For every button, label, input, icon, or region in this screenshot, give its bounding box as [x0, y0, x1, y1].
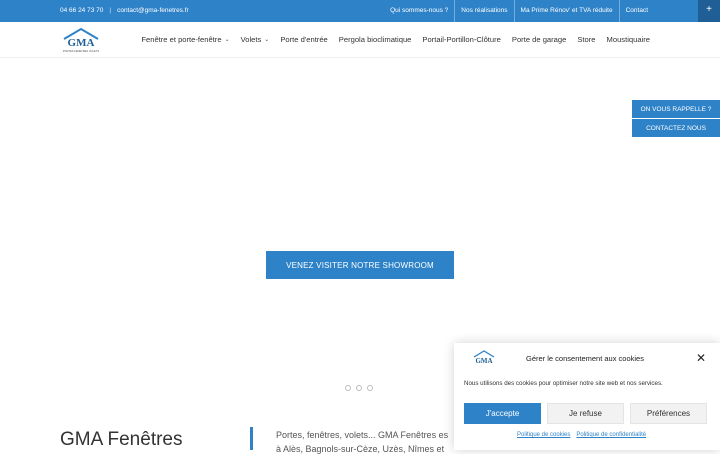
top-bar-links: Qui sommes-nous ? Nos réalisations Ma Pr…: [384, 0, 654, 22]
logo-icon: GMA PORTES FENETRES VOLETS: [63, 27, 99, 53]
main-header: GMA PORTES FENETRES VOLETS Fenêtre et po…: [0, 22, 720, 58]
nav-item-fenetre[interactable]: Fenêtre et porte-fenêtre ⌄: [141, 35, 229, 44]
nav-label: Fenêtre et porte-fenêtre: [141, 34, 222, 44]
nav-label: Porte de garage: [511, 34, 567, 44]
top-bar-contact: 04 66 24 73 70 | contact@gma-fenetres.fr: [60, 7, 189, 14]
nav-item-moustiquaire[interactable]: Moustiquaire: [607, 35, 650, 44]
slider-dot[interactable]: [367, 385, 373, 391]
cookie-description: Nous utilisons des cookies pour optimise…: [464, 380, 663, 387]
nav-label: Store: [577, 34, 596, 44]
contact-side-button[interactable]: CONTACTEZ NOUS: [632, 119, 720, 137]
svg-text:GMA: GMA: [475, 357, 492, 365]
chevron-down-icon: ⌄: [264, 36, 270, 43]
nav-item-store[interactable]: Store: [577, 35, 595, 44]
section-divider: [250, 427, 253, 450]
site-logo[interactable]: GMA PORTES FENETRES VOLETS: [60, 27, 102, 54]
logo-icon: GMA: [473, 350, 495, 365]
preferences-button[interactable]: Préférences: [630, 403, 707, 424]
main-nav: Fenêtre et porte-fenêtre ⌄ Volets ⌄ Port…: [141, 22, 650, 56]
svg-text:GMA: GMA: [68, 37, 95, 49]
nav-item-volets[interactable]: Volets ⌄: [241, 35, 270, 44]
top-link-realisations[interactable]: Nos réalisations: [454, 0, 513, 22]
showroom-button[interactable]: VENEZ VISITER NOTRE SHOWROOM: [266, 251, 454, 279]
email-link[interactable]: contact@gma-fenetres.fr: [117, 7, 189, 14]
nav-item-pergola[interactable]: Pergola bioclimatique: [339, 35, 412, 44]
cookie-logo: GMA: [472, 350, 496, 366]
cookie-links: Politique de cookies Politique de confid…: [517, 432, 646, 438]
phone-link[interactable]: 04 66 24 73 70: [60, 7, 103, 14]
top-link-about[interactable]: Qui sommes-nous ?: [384, 0, 454, 22]
slider-dot[interactable]: [356, 385, 362, 391]
top-link-prime-renov[interactable]: Ma Prime Rénov' et TVA réduite: [513, 0, 619, 22]
intro-text: à Alès, Bagnols-sur-Cèze, Uzès, Nîmes et: [276, 444, 445, 454]
nav-label: Volets: [240, 34, 262, 44]
slider-dot[interactable]: [345, 385, 351, 391]
nav-item-portail[interactable]: Portail-Portillon-Clôture: [422, 35, 501, 44]
callback-button[interactable]: ON VOUS RAPPELLE ?: [632, 100, 720, 118]
privacy-policy-link[interactable]: Politique de confidentialité: [576, 432, 646, 438]
top-link-contact[interactable]: Contact: [618, 0, 654, 22]
cookie-buttons: J'accepte Je refuse Préférences: [464, 403, 707, 424]
cookie-consent-banner: GMA Gérer le consentement aux cookies ✕ …: [454, 343, 720, 450]
nav-label: Portail-Portillon-Clôture: [422, 34, 501, 44]
close-icon[interactable]: ✕: [696, 351, 706, 365]
slider-dots: [345, 385, 373, 391]
intro-text: Portes, fenêtres, volets... GMA Fenêtres…: [276, 430, 449, 440]
cookie-title: Gérer le consentement aux cookies: [526, 354, 644, 363]
separator: |: [109, 7, 112, 14]
refuse-button[interactable]: Je refuse: [547, 403, 624, 424]
accept-button[interactable]: J'accepte: [464, 403, 541, 424]
chevron-down-icon: ⌄: [224, 36, 230, 43]
nav-item-porte-garage[interactable]: Porte de garage: [512, 35, 566, 44]
nav-label: Pergola bioclimatique: [338, 34, 412, 44]
nav-item-porte-entree[interactable]: Porte d'entrée: [280, 35, 327, 44]
top-bar: 04 66 24 73 70 | contact@gma-fenetres.fr…: [0, 0, 720, 22]
svg-text:PORTES FENETRES VOLETS: PORTES FENETRES VOLETS: [63, 49, 99, 53]
cookie-policy-link[interactable]: Politique de cookies: [517, 432, 570, 438]
plus-icon[interactable]: +: [698, 0, 720, 22]
nav-label: Porte d'entrée: [280, 34, 328, 44]
nav-label: Moustiquaire: [606, 34, 650, 44]
section-title: GMA Fenêtres: [60, 429, 183, 450]
